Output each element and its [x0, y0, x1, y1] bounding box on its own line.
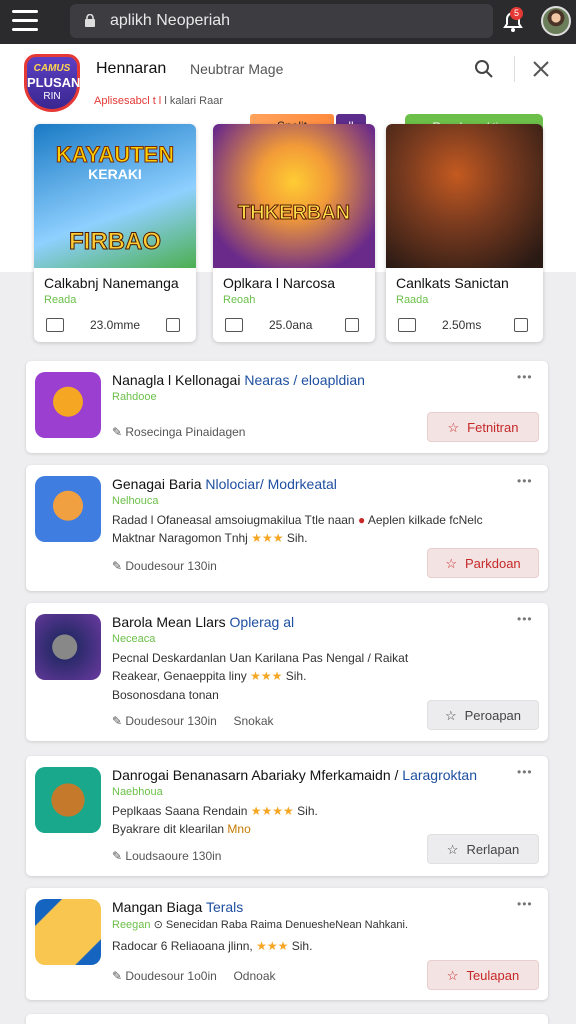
url-text: aplikh Neoperiah [110, 12, 231, 29]
game-cover-image: KAYAUTEN KERAKI FIRBAO [34, 124, 196, 268]
list-item[interactable] [26, 1014, 548, 1024]
game-category: Raada [396, 294, 429, 306]
item-title: Danrogai Benanasarn Abariaky Mferkamaidn… [112, 767, 477, 783]
tagline: Aplisesabcl t l l kalari Raar [94, 95, 223, 107]
game-size: 2.50ms [442, 318, 482, 332]
item-meta: ✎ Loudsaoure 130in [112, 849, 222, 863]
list-item[interactable]: Genagai Baria Nlolociar/ Modrkeatal Nelh… [26, 465, 548, 591]
grid-icon [398, 318, 416, 332]
item-title: Barola Mean Llars Oplerag al [112, 614, 295, 630]
item-title: Mangan Biaga Terals [112, 899, 244, 915]
logo-text-bottom: RIN [43, 91, 61, 102]
app-icon [35, 614, 101, 680]
lock-icon [85, 14, 95, 27]
close-icon[interactable] [532, 60, 550, 78]
item-description: Maktnar Naragomon Tnhj ★★★ Sih. [112, 531, 308, 545]
action-button[interactable]: ☆ Fetnitran [427, 412, 539, 442]
notification-badge: 5 [510, 7, 523, 20]
action-button[interactable]: ☆ Parkdoan [427, 548, 539, 578]
tagline-highlight: Aplisesabcl t l [94, 95, 162, 107]
item-subtitle: Rahdooe [112, 391, 157, 403]
item-description: Byakrare dit klearilan Mno [112, 822, 251, 836]
more-options-icon[interactable]: ••• [517, 897, 533, 911]
item-description: Radocar 6 Reliaoana jlinn, ★★★ Sih. [112, 939, 313, 953]
item-description: Bosonosdana tonan [112, 688, 219, 702]
list-item[interactable]: Barola Mean Llars Oplerag al Neceaca Pec… [26, 603, 548, 741]
app-icon [35, 767, 101, 833]
featured-card[interactable]: Canlkats Sanictan Raada 2.50ms [386, 124, 543, 342]
download-icon[interactable] [345, 318, 359, 332]
game-size: 25.0ana [269, 318, 313, 332]
item-meta: ✎ Rosecinga Pinaidagen [112, 425, 246, 439]
item-subtitle: Neceaca [112, 633, 156, 645]
search-icon[interactable] [474, 59, 494, 79]
list-item[interactable]: Nanagla l Kellonagai Nearas / eloapldian… [26, 361, 548, 453]
page-subtitle[interactable]: Neubtrar Mage [190, 61, 283, 77]
browser-toolbar: aplikh Neoperiah 5 [0, 0, 576, 44]
item-description: Peplkaas Saana Rendain ★★★★ Sih. [112, 804, 318, 818]
item-meta: ✎ Doudesour 130in [112, 559, 217, 573]
app-icon [35, 372, 101, 438]
game-name: Canlkats Sanictan [396, 275, 509, 291]
tagline-text: l kalari Raar [164, 95, 224, 107]
game-name: Calkabnj Nanemanga [44, 275, 179, 291]
list-item[interactable]: Mangan Biaga Terals Reegan ⊙ Senecidan R… [26, 888, 548, 1000]
action-button[interactable]: ☆ Peroapan [427, 700, 539, 730]
app-icon [35, 899, 101, 965]
game-category: Reoah [223, 294, 256, 306]
app-logo[interactable]: CAMUS PLUSAN RIN [24, 54, 80, 112]
item-title: Nanagla l Kellonagai Nearas / eloapldian [112, 372, 365, 388]
more-options-icon[interactable]: ••• [517, 370, 533, 384]
item-subtitle: Naebhoua [112, 786, 163, 798]
list-item[interactable]: Danrogai Benanasarn Abariaky Mferkamaidn… [26, 756, 548, 876]
page-title: Hennaran [96, 60, 167, 77]
game-cover-image: THKERBAN [213, 124, 375, 268]
logo-text-top: CAMUS [33, 63, 71, 74]
cover-title-bottom: FIRBAO [69, 228, 162, 256]
game-name: Oplkara l Narcosa [223, 275, 336, 291]
action-button[interactable]: ☆ Teulapan [427, 960, 539, 990]
chat-icon [225, 318, 243, 332]
item-description: Pecnal Deskardanlan Uan Karilana Pas Nen… [112, 651, 409, 665]
game-category: Reada [44, 294, 77, 306]
featured-card[interactable]: THKERBAN Oplkara l Narcosa Reoah 25.0ana [213, 124, 375, 342]
download-icon[interactable] [166, 318, 180, 332]
menu-icon[interactable] [12, 10, 38, 32]
item-meta: ✎ Doudesour 130in Snokak [112, 714, 274, 728]
cover-title-mid: KERAKI [88, 166, 142, 182]
item-subtitle: Nelhouca [112, 495, 159, 507]
logo-text-main: PLUSAN [27, 75, 81, 90]
app-icon [35, 476, 101, 542]
featured-card[interactable]: KAYAUTEN KERAKI FIRBAO Calkabnj Nanemang… [34, 124, 196, 342]
game-size: 23.0mme [90, 318, 141, 332]
action-button[interactable]: ☆ Rerlapan [427, 834, 539, 864]
item-description: Reakear, Genaeppita liny ★★★ Sih. [112, 669, 307, 683]
more-options-icon[interactable]: ••• [517, 765, 533, 779]
address-bar[interactable]: aplikh Neoperiah [70, 4, 493, 38]
cover-title-bottom: THKERBAN [237, 202, 351, 225]
game-cover-image [386, 124, 543, 268]
avatar[interactable] [541, 6, 571, 36]
item-subtitle: Reegan ⊙ Senecidan Raba Raima DenuesheNe… [112, 919, 409, 931]
download-icon[interactable] [514, 318, 528, 332]
more-options-icon[interactable]: ••• [517, 474, 533, 488]
item-description: Radad l Ofaneasal amsoiugmakilua Ttle na… [112, 513, 483, 527]
item-title: Genagai Baria Nlolociar/ Modrkeatal [112, 476, 337, 492]
cover-title-top: KAYAUTEN [55, 142, 175, 168]
device-icon [46, 318, 64, 332]
divider [514, 56, 515, 82]
more-options-icon[interactable]: ••• [517, 612, 533, 626]
item-meta: ✎ Doudesour 1o0in Odnoak [112, 969, 276, 983]
